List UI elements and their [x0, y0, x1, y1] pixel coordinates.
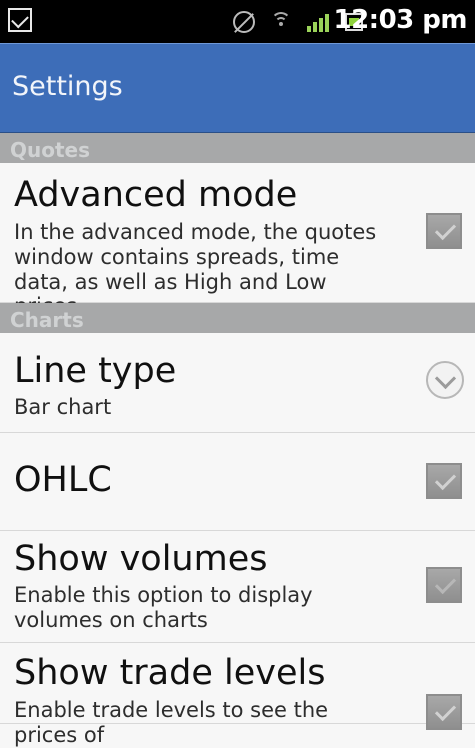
- section-header-quotes: Quotes: [0, 133, 475, 163]
- app-bar: Settings: [0, 43, 475, 133]
- status-time: 12:03 pm: [333, 5, 467, 35]
- ohlc-checkbox[interactable]: [426, 463, 462, 499]
- setting-title: Show volumes: [14, 539, 268, 579]
- setting-show-volumes[interactable]: Show volumes Enable this option to displ…: [0, 531, 475, 643]
- rotation-lock-icon: [233, 11, 255, 33]
- setting-summary: Enable trade levels to see the prices of: [14, 698, 329, 747]
- setting-line-type[interactable]: Line type Bar chart: [0, 333, 475, 433]
- show-volumes-checkbox[interactable]: [426, 567, 462, 603]
- dropdown-arrow-icon[interactable]: [426, 361, 464, 399]
- setting-title: Line type: [14, 351, 177, 391]
- setting-show-trade-levels[interactable]: Show trade levels Enable trade levels to…: [0, 643, 475, 747]
- section-title: Charts: [10, 308, 84, 332]
- setting-title: Advanced mode: [14, 175, 298, 215]
- setting-summary: Enable this option to display volumes on…: [14, 583, 313, 632]
- section-title: Quotes: [10, 138, 91, 162]
- section-header-charts: Charts: [0, 303, 475, 333]
- status-bar: 12:03 pm: [0, 0, 475, 43]
- setting-summary: Bar chart: [14, 395, 112, 419]
- wifi-icon: [271, 12, 291, 32]
- signal-strength-icon: [307, 12, 329, 32]
- setting-title: Show trade levels: [14, 653, 326, 693]
- advanced-mode-checkbox[interactable]: [426, 213, 462, 249]
- setting-ohlc[interactable]: OHLC: [0, 433, 475, 531]
- setting-advanced-mode[interactable]: Advanced mode In the advanced mode, the …: [0, 163, 475, 318]
- notification-check-icon: [8, 8, 32, 32]
- setting-title: OHLC: [14, 460, 112, 500]
- show-trade-levels-checkbox[interactable]: [426, 694, 462, 730]
- page-title: Settings: [12, 71, 123, 102]
